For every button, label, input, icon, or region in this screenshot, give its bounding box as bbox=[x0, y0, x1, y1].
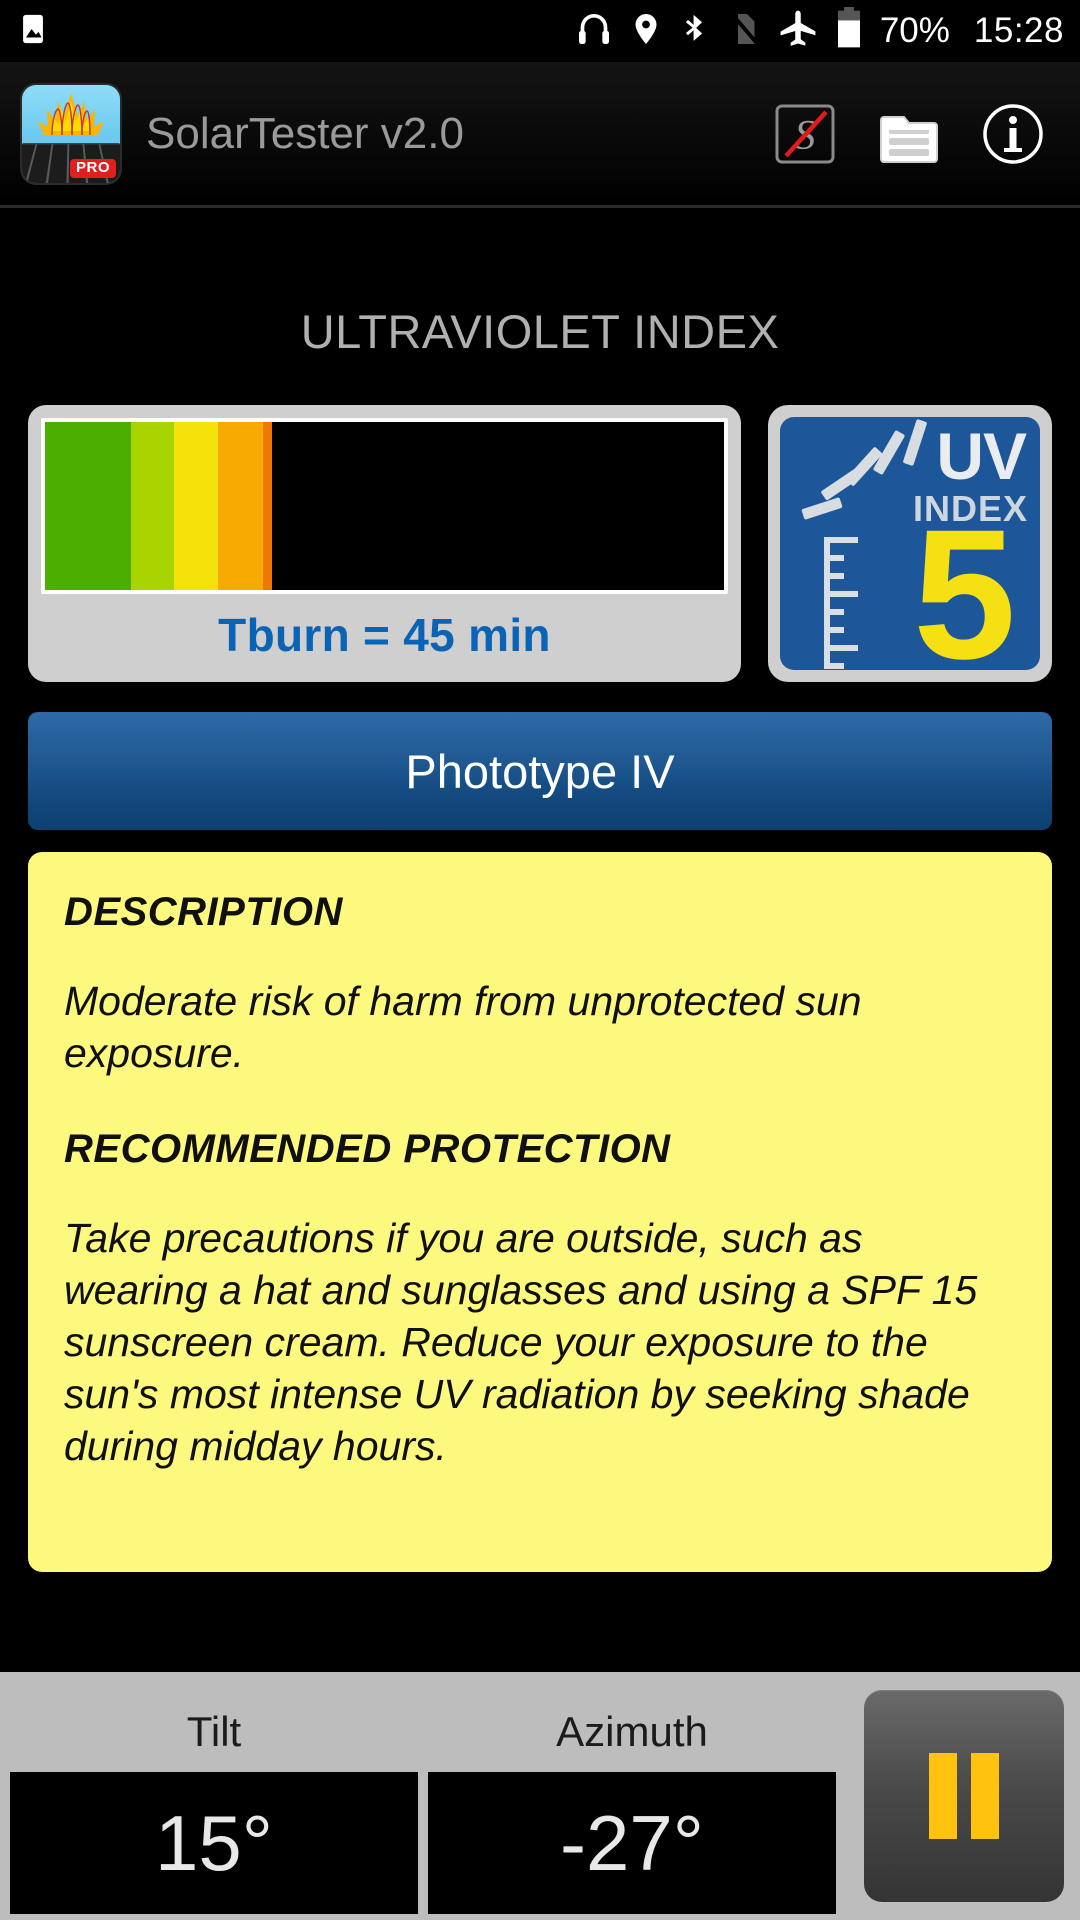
uv-summary-row: Tburn = 45 min UV INDEX 5 bbox=[28, 405, 1052, 682]
azimuth-value: -27° bbox=[428, 1772, 836, 1914]
battery-percent-label: 70% bbox=[879, 11, 950, 50]
tilt-value: 15° bbox=[10, 1772, 418, 1914]
uv-index-badge: UV INDEX 5 bbox=[780, 417, 1040, 670]
pause-button[interactable] bbox=[864, 1690, 1064, 1902]
uv-color-bar bbox=[45, 422, 724, 590]
pro-badge-label: PRO bbox=[69, 159, 116, 178]
info-icon[interactable] bbox=[978, 99, 1048, 169]
headphones-icon bbox=[574, 9, 614, 54]
description-body: Moderate risk of harm from unprotected s… bbox=[64, 978, 862, 1077]
uv-scale-ruler-icon bbox=[824, 537, 870, 669]
uv-badge-title: UV bbox=[936, 419, 1027, 493]
uv-bar-segment bbox=[130, 422, 174, 590]
app-logo-icon: PRO bbox=[22, 84, 120, 183]
uv-meter-card: Tburn = 45 min bbox=[28, 405, 741, 682]
azimuth-label: Azimuth bbox=[556, 1708, 708, 1755]
uv-bar-segment bbox=[262, 422, 273, 590]
main-content: ULTRAVIOLET INDEX Tburn = 45 min UV INDE… bbox=[0, 208, 1080, 1920]
tilt-label: Tilt bbox=[186, 1708, 242, 1755]
bottom-readout-bar: Tilt 15° Azimuth -27° bbox=[0, 1672, 1080, 1920]
no-sim-icon bbox=[726, 8, 762, 55]
description-heading: DESCRIPTION bbox=[64, 890, 343, 934]
uv-index-badge-card: UV INDEX 5 bbox=[768, 405, 1052, 682]
sensor-disabled-icon[interactable]: S bbox=[770, 99, 840, 169]
uv-description-panel: DESCRIPTION Moderate risk of harm from u… bbox=[28, 852, 1052, 1572]
app-bar: PRO SolarTester v2.0 S bbox=[0, 62, 1080, 208]
document-list-icon[interactable] bbox=[874, 99, 944, 169]
status-bar: 70% 15:28 bbox=[0, 0, 1080, 62]
sun-ray-icon bbox=[801, 497, 843, 520]
image-icon bbox=[16, 12, 50, 51]
app-title: SolarTester v2.0 bbox=[146, 108, 464, 158]
uv-bar-segment bbox=[174, 422, 219, 590]
battery-icon bbox=[834, 6, 864, 56]
status-bar-left bbox=[16, 12, 50, 51]
phototype-button[interactable]: Phototype IV bbox=[28, 712, 1052, 830]
tilt-readout: Tilt 15° bbox=[10, 1672, 418, 1914]
azimuth-readout: Azimuth -27° bbox=[428, 1672, 836, 1914]
uv-bar-frame bbox=[41, 418, 728, 594]
tburn-label: Tburn = 45 min bbox=[218, 609, 551, 661]
status-bar-right: 70% 15:28 bbox=[574, 6, 1064, 56]
page-title: ULTRAVIOLET INDEX bbox=[300, 305, 780, 358]
bluetooth-icon bbox=[678, 8, 712, 55]
pause-icon bbox=[971, 1753, 999, 1839]
uv-bar-segment bbox=[272, 422, 724, 590]
app-root: 70% 15:28 PRO SolarTester v2.0 ULTRAVIOL… bbox=[0, 0, 1080, 1920]
airplane-mode-icon bbox=[776, 7, 820, 56]
app-bar-actions: S bbox=[770, 99, 1058, 169]
uv-bar-segment bbox=[45, 422, 131, 590]
recommended-protection-body: Take precautions if you are outside, suc… bbox=[64, 1215, 978, 1470]
sun-ray-icon bbox=[902, 418, 928, 467]
location-pin-icon bbox=[628, 9, 664, 54]
uv-bar-segment bbox=[218, 422, 263, 590]
uv-index-value: 5 bbox=[913, 492, 1016, 671]
recommended-protection-heading: RECOMMENDED PROTECTION bbox=[64, 1127, 671, 1172]
clock-label: 15:28 bbox=[973, 11, 1064, 50]
pause-icon bbox=[929, 1753, 957, 1839]
